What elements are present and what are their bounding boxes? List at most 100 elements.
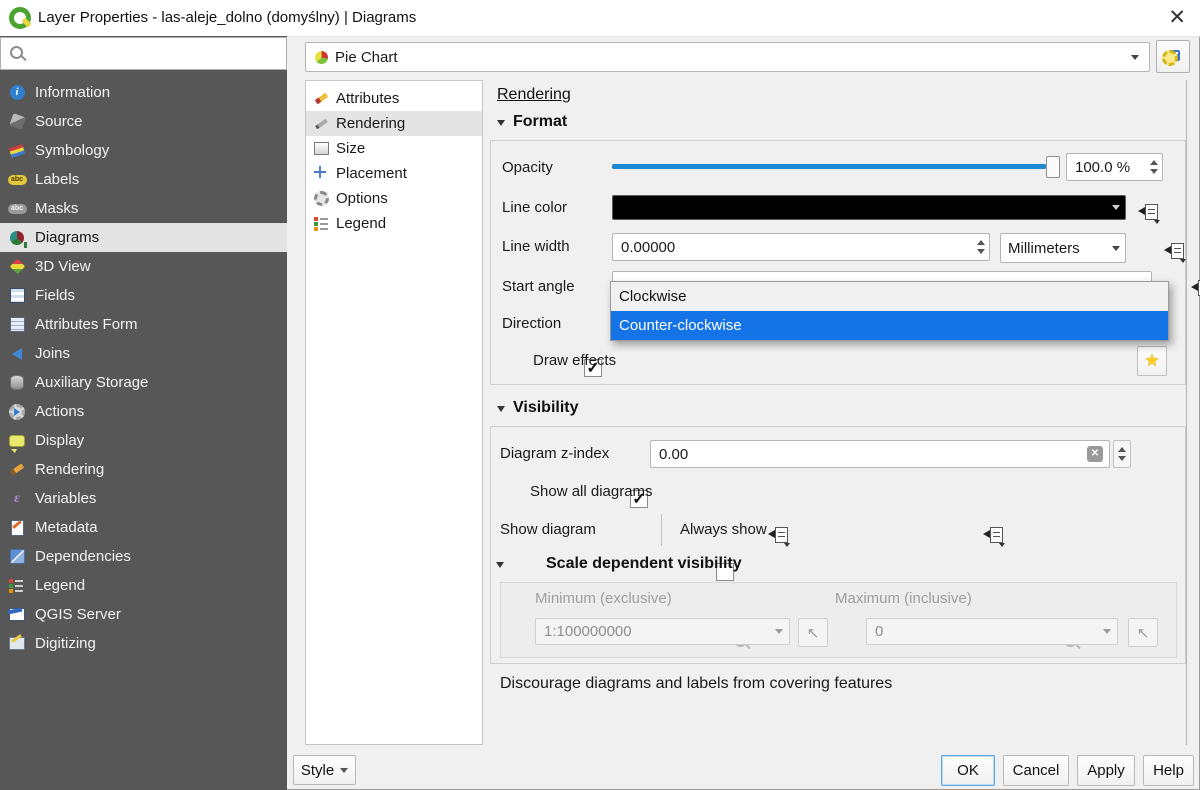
opacity-slider-handle[interactable]: [1046, 156, 1060, 178]
line-width-unit-combobox[interactable]: Millimeters: [1000, 233, 1126, 263]
line-color-data-defined-override-icon[interactable]: [1138, 203, 1160, 223]
sidebar-item-variables[interactable]: εVariables: [0, 484, 287, 513]
options-gear-icon: [313, 190, 329, 208]
qgis-logo-icon: [9, 7, 31, 29]
sidebar-item-actions[interactable]: Actions: [0, 397, 287, 426]
direction-option-clockwise[interactable]: Clockwise: [611, 282, 1168, 311]
joins-icon: [8, 345, 26, 363]
sidebar-item-display[interactable]: Display: [0, 426, 287, 455]
opacity-spinbox[interactable]: 100.0 %: [1066, 153, 1163, 181]
sidebar-item-diagrams[interactable]: Diagrams: [0, 223, 287, 252]
maximum-scale-value: 0: [875, 623, 883, 640]
sidebar-item-source[interactable]: Source: [0, 107, 287, 136]
sidebar-item-joins[interactable]: Joins: [0, 339, 287, 368]
sidebar-item-rendering[interactable]: Rendering: [0, 455, 287, 484]
show-all-diagrams-label: Show all diagrams: [530, 483, 653, 500]
sidebar-item-label: Actions: [35, 403, 84, 420]
line-width-spinbox[interactable]: 0.00000: [612, 233, 990, 261]
cancel-button-label: Cancel: [1013, 762, 1060, 779]
sidebar-item-label: Source: [35, 113, 83, 130]
line-width-stepper[interactable]: [977, 240, 985, 254]
size-icon: [313, 140, 329, 158]
rendering-icon: [8, 461, 26, 479]
tab-size[interactable]: Size: [306, 136, 482, 161]
help-button[interactable]: Help: [1143, 755, 1194, 786]
cancel-button[interactable]: Cancel: [1003, 755, 1069, 786]
sidebar-item-labels[interactable]: abcLabels: [0, 165, 287, 194]
z-index-label: Diagram z-index: [500, 445, 609, 462]
masks-icon: abc: [8, 200, 26, 218]
sidebar-item-label: Rendering: [35, 461, 104, 478]
help-button-label: Help: [1153, 762, 1184, 779]
line-width-label: Line width: [502, 238, 570, 255]
sidebar-item-3d-view[interactable]: 3D View: [0, 252, 287, 281]
visibility-collapse-icon[interactable]: [497, 406, 505, 412]
chevron-down-icon: [340, 768, 348, 773]
tab-legend[interactable]: Legend: [306, 211, 482, 236]
ok-button[interactable]: OK: [941, 755, 995, 786]
z-index-input[interactable]: 0.00 ✕: [650, 440, 1110, 468]
sidebar-item-attributes-form[interactable]: Attributes Form: [0, 310, 287, 339]
sidebar-list: iInformation Source Symbology abcLabels …: [0, 78, 287, 658]
pie-chart-icon: [312, 48, 330, 66]
always-show-data-defined-override-icon[interactable]: [983, 526, 1005, 546]
visibility-heading[interactable]: Visibility: [513, 399, 579, 417]
minimum-label: Minimum (exclusive): [535, 590, 672, 607]
sidebar-item-masks[interactable]: abcMasks: [0, 194, 287, 223]
sidebar-item-label: Auxiliary Storage: [35, 374, 148, 391]
style-button[interactable]: Style: [293, 755, 356, 785]
opacity-label: Opacity: [502, 159, 553, 176]
sidebar-item-legend[interactable]: Legend: [0, 571, 287, 600]
sidebar-item-label: Fields: [35, 287, 75, 304]
direction-option-counter-clockwise[interactable]: Counter-clockwise: [611, 311, 1168, 340]
gear-icon: [1164, 45, 1182, 69]
labels-icon: abc: [8, 171, 26, 189]
sidebar-item-label: Dependencies: [35, 548, 131, 565]
sidebar-item-label: Information: [35, 84, 110, 101]
line-color-button[interactable]: [612, 195, 1126, 220]
tab-rendering[interactable]: Rendering: [306, 111, 482, 136]
format-heading[interactable]: Format: [513, 113, 567, 131]
sidebar-item-fields[interactable]: Fields: [0, 281, 287, 310]
sidebar-item-metadata[interactable]: Metadata: [0, 513, 287, 542]
style-button-label: Style: [301, 762, 334, 779]
effects-button[interactable]: ★: [1137, 346, 1167, 376]
chevron-down-icon: [1103, 629, 1111, 634]
tab-attributes[interactable]: Attributes: [306, 86, 482, 111]
variables-icon: ε: [8, 490, 26, 508]
chevron-down-icon: [1131, 55, 1139, 60]
show-diagram-data-defined-override-icon[interactable]: [768, 526, 790, 546]
z-index-stepper[interactable]: [1113, 440, 1131, 468]
clear-icon[interactable]: ✕: [1087, 446, 1103, 462]
legend-tab-icon: [313, 215, 329, 233]
format-collapse-icon[interactable]: [497, 120, 505, 126]
sidebar-item-information[interactable]: iInformation: [0, 78, 287, 107]
automated-placement-settings-button[interactable]: [1156, 40, 1190, 73]
window-title: Layer Properties - las-aleje_dolno (domy…: [38, 0, 416, 36]
start-angle-data-defined-override-icon[interactable]: [1191, 279, 1200, 299]
sidebar-item-dependencies[interactable]: Dependencies: [0, 542, 287, 571]
line-width-data-defined-override-icon[interactable]: [1164, 242, 1186, 262]
chevron-down-icon: [775, 629, 783, 634]
opacity-slider[interactable]: [612, 164, 1058, 169]
opacity-stepper[interactable]: [1150, 160, 1158, 174]
sidebar-search[interactable]: [0, 37, 287, 70]
scale-dependent-collapse-icon[interactable]: [496, 562, 504, 568]
chevron-down-icon[interactable]: [1112, 205, 1120, 210]
minimum-scale-value: 1:100000000: [544, 623, 632, 640]
apply-button[interactable]: Apply: [1077, 755, 1135, 786]
diagram-type-combobox[interactable]: Pie Chart: [305, 42, 1150, 72]
diagrams-icon: [8, 229, 26, 247]
tab-placement[interactable]: Placement: [306, 161, 482, 186]
sidebar-item-symbology[interactable]: Symbology: [0, 136, 287, 165]
sidebar-item-digitizing[interactable]: Digitizing: [0, 629, 287, 658]
sidebar-item-auxiliary-storage[interactable]: Auxiliary Storage: [0, 368, 287, 397]
three-d-view-icon: [8, 258, 26, 276]
sidebar-item-qgis-server[interactable]: QGIS Server: [0, 600, 287, 629]
always-show-label: Always show: [680, 521, 767, 538]
qgis-server-icon: [8, 606, 26, 624]
tab-options[interactable]: Options: [306, 186, 482, 211]
close-icon[interactable]: ✕: [1168, 4, 1186, 32]
symbology-icon: [8, 142, 26, 160]
sidebar-item-label: Display: [35, 432, 84, 449]
